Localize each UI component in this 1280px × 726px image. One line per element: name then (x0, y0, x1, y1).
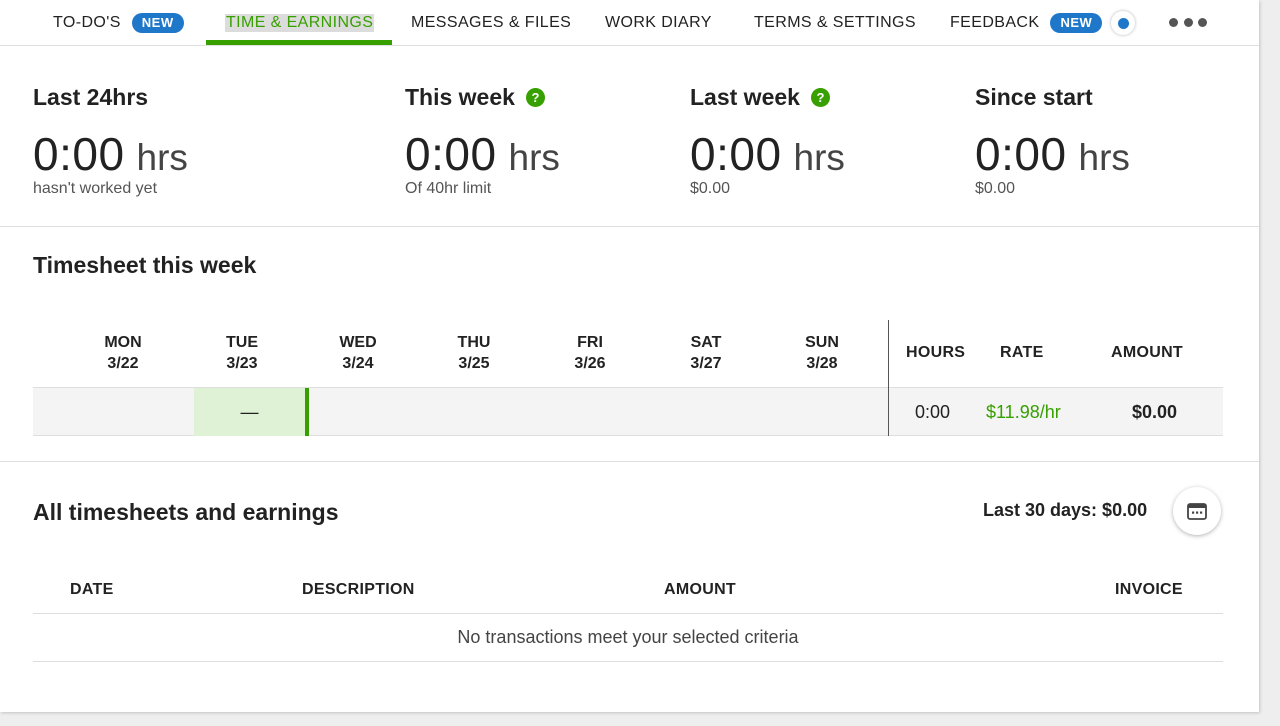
day-date: 3/28 (806, 355, 838, 372)
day-header-fri: FRI 3/26 (535, 332, 645, 374)
help-icon[interactable]: ? (525, 87, 545, 107)
empty-state-message: No transactions meet your selected crite… (33, 614, 1223, 662)
timesheet-header: MON 3/22 TUE 3/23 WED 3/24 THU 3/25 FRI 3/26 … (33, 320, 1223, 388)
amount-value: $0.00 (1132, 402, 1178, 422)
stat-last-week: Last week ? 0:00 hrs $0.00 (690, 82, 845, 198)
help-icon[interactable]: ? (810, 87, 830, 107)
stat-subtext: Of 40hr limit (405, 180, 492, 197)
stat-value: 0:00 hrs (975, 127, 1130, 180)
last-30-days-total: Last 30 days: $0.00 (983, 500, 1148, 520)
tab-work-diary[interactable]: WORK DIARY (605, 0, 712, 46)
transactions-header: DATE DESCRIPTION AMOUNT INVOICE (33, 566, 1223, 614)
hours-value: 0:00 (915, 402, 951, 422)
day-header-sat: SAT 3/27 (651, 332, 761, 374)
tab-feedback[interactable]: FEEDBACK NEW (950, 0, 1103, 46)
day-date: 3/23 (226, 355, 258, 372)
timesheet-title: Timesheet this week (33, 252, 257, 278)
day-name: MON (104, 334, 142, 351)
day-date: 3/26 (574, 355, 606, 372)
calendar-button[interactable] (1173, 487, 1221, 535)
day-header-wed: WED 3/24 (303, 332, 413, 374)
time-earnings-card: TO-DO'S NEW TIME & EARNINGS MESSAGES & F… (0, 0, 1259, 712)
day-name: WED (339, 334, 377, 351)
new-badge: NEW (131, 13, 184, 33)
invoice-column-header: INVOICE (1115, 581, 1183, 598)
ellipsis-icon[interactable] (1169, 10, 1207, 34)
tab-work-diary-label: WORK DIARY (605, 14, 712, 31)
day-date: 3/24 (342, 355, 374, 372)
stat-this-week: This week ? 0:00 hrs Of 40hr limit (405, 82, 560, 198)
day-name: THU (457, 334, 491, 351)
stat-title: Last 24hrs (33, 82, 188, 112)
stat-number: 0:00 (690, 128, 782, 180)
active-tab-indicator (206, 40, 392, 45)
stat-title-text: Since start (975, 83, 1093, 110)
calendar-icon (1187, 503, 1207, 520)
stat-unit: hrs (793, 137, 845, 178)
new-badge: NEW (1050, 13, 1103, 33)
stat-value: 0:00 hrs (690, 127, 845, 180)
tab-todos-label: TO-DO'S (53, 14, 121, 31)
stat-subtext: $0.00 (690, 180, 731, 197)
stat-unit: hrs (508, 137, 560, 178)
stat-unit: hrs (136, 137, 188, 178)
section-divider (0, 226, 1259, 227)
rate-value: $11.98/hr (986, 402, 1061, 422)
rate-column-header: RATE (1000, 344, 1044, 361)
stat-value: 0:00 hrs (33, 127, 188, 180)
stat-last-24hrs: Last 24hrs 0:00 hrs hasn't worked yet (33, 82, 188, 198)
day-date: 3/27 (690, 355, 722, 372)
day-date: 3/22 (107, 355, 139, 372)
stat-number: 0:00 (33, 128, 125, 180)
day-name: SAT (690, 334, 722, 351)
stat-title-text: Last 24hrs (33, 83, 149, 110)
day-header-thu: THU 3/25 (419, 332, 529, 374)
section-divider (0, 461, 1259, 462)
amount-column-header: AMOUNT (664, 581, 737, 598)
stat-value: 0:00 hrs (405, 127, 560, 180)
stat-title: This week ? (405, 82, 560, 112)
date-column-header[interactable]: DATE (70, 581, 114, 599)
tab-messages-files-label: MESSAGES & FILES (411, 14, 572, 31)
tab-terms-settings[interactable]: TERMS & SETTINGS (754, 0, 916, 46)
stat-title: Last week ? (690, 82, 845, 112)
column-divider (888, 320, 889, 436)
tab-todos[interactable]: TO-DO'S NEW (53, 0, 184, 46)
tab-feedback-label: FEEDBACK (950, 14, 1040, 31)
stat-subtext: hasn't worked yet (33, 180, 158, 197)
timesheet-row: — 0:00 $11.98/hr $0.00 (33, 388, 1223, 436)
all-timesheets-title: All timesheets and earnings (33, 499, 339, 525)
day-header-mon: MON 3/22 (68, 332, 178, 374)
stat-number: 0:00 (975, 128, 1067, 180)
stat-unit: hrs (1078, 137, 1130, 178)
top-nav: TO-DO'S NEW TIME & EARNINGS MESSAGES & F… (0, 0, 1259, 46)
day-date: 3/25 (458, 355, 490, 372)
stat-title-text: This week (405, 83, 515, 110)
day-header-sun: SUN 3/28 (767, 332, 877, 374)
stat-number: 0:00 (405, 128, 497, 180)
day-header-tue: TUE 3/23 (187, 332, 297, 374)
day-name: FRI (577, 334, 603, 351)
day-name: SUN (805, 334, 839, 351)
stat-title-text: Last week (690, 83, 800, 110)
notification-dot-icon[interactable] (1111, 11, 1135, 35)
stat-subtext: $0.00 (975, 180, 1016, 197)
hours-column-header: HOURS (906, 344, 966, 361)
today-indicator (305, 388, 309, 436)
description-column-header: DESCRIPTION (302, 581, 415, 598)
tab-terms-settings-label: TERMS & SETTINGS (754, 14, 916, 31)
amount-column-header: AMOUNT (1111, 344, 1184, 361)
day-name: TUE (226, 334, 258, 351)
tab-messages-files[interactable]: MESSAGES & FILES (411, 0, 571, 46)
stat-title: Since start (975, 82, 1130, 112)
day-cell-tue[interactable]: — (194, 388, 305, 436)
tab-time-earnings-label: TIME & EARNINGS (225, 14, 375, 32)
stat-since-start: Since start 0:00 hrs $0.00 (975, 82, 1130, 198)
